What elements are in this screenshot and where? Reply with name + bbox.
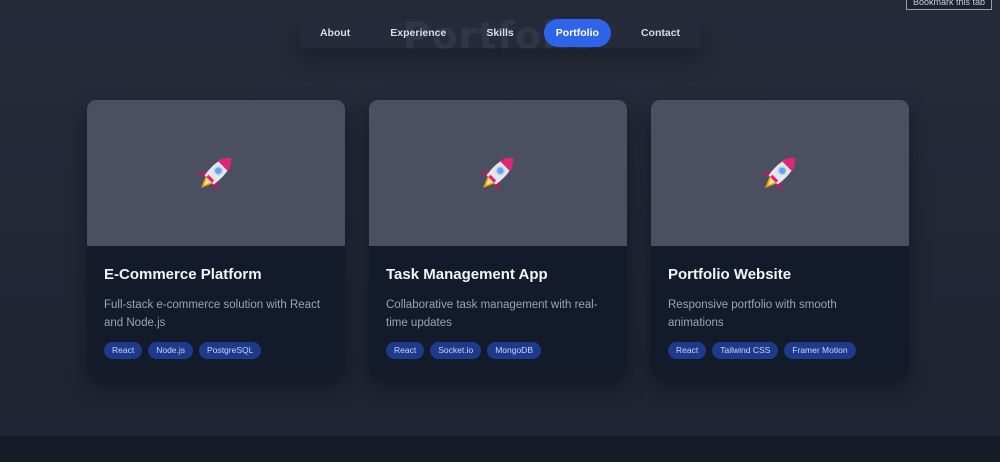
tag-list: React Socket.io MongoDB [386, 342, 610, 359]
tech-tag: React [668, 342, 707, 359]
rocket-icon [761, 157, 796, 192]
tech-tag: Node.js [148, 342, 194, 359]
top-nav: About Experience Skills Portfolio Contac… [300, 18, 700, 48]
tech-tag: React [104, 342, 143, 359]
tech-tag: Tailwind CSS [712, 342, 779, 359]
footer-band [0, 436, 1000, 462]
tech-tag: Framer Motion [784, 342, 856, 359]
tech-tag: PostgreSQL [199, 342, 262, 359]
nav-item-experience[interactable]: Experience [370, 19, 466, 47]
portfolio-grid: E-Commerce Platform Full-stack e-commerc… [87, 100, 909, 377]
project-title: Portfolio Website [668, 266, 792, 283]
tech-tag: Socket.io [430, 342, 482, 359]
project-description: Collaborative task management with real-… [386, 299, 598, 329]
tooltip: Bookmark this tab [905, 0, 992, 10]
project-card[interactable]: Task Management App Collaborative task m… [369, 100, 627, 377]
nav-item-contact[interactable]: Contact [621, 19, 700, 47]
project-card[interactable]: E-Commerce Platform Full-stack e-commerc… [87, 100, 345, 377]
project-image [369, 100, 627, 246]
project-title: E-Commerce Platform [104, 266, 262, 283]
nav-item-skills[interactable]: Skills [466, 19, 533, 47]
project-description: Full-stack e-commerce solution with Reac… [104, 299, 321, 329]
project-description: Responsive portfolio with smooth animati… [668, 299, 837, 329]
nav-item-about[interactable]: About [300, 19, 370, 47]
project-card[interactable]: Portfolio Website Responsive portfolio w… [651, 100, 909, 377]
project-image [651, 100, 909, 246]
nav-item-portfolio[interactable]: Portfolio [543, 19, 611, 47]
tech-tag: React [386, 342, 425, 359]
tag-list: React Node.js PostgreSQL [104, 342, 328, 359]
tag-list: React Tailwind CSS Framer Motion [668, 342, 892, 359]
project-title: Task Management App [386, 266, 548, 283]
rocket-icon [479, 157, 514, 192]
tech-tag: MongoDB [487, 342, 541, 359]
rocket-icon [197, 157, 232, 192]
project-image [87, 100, 345, 246]
